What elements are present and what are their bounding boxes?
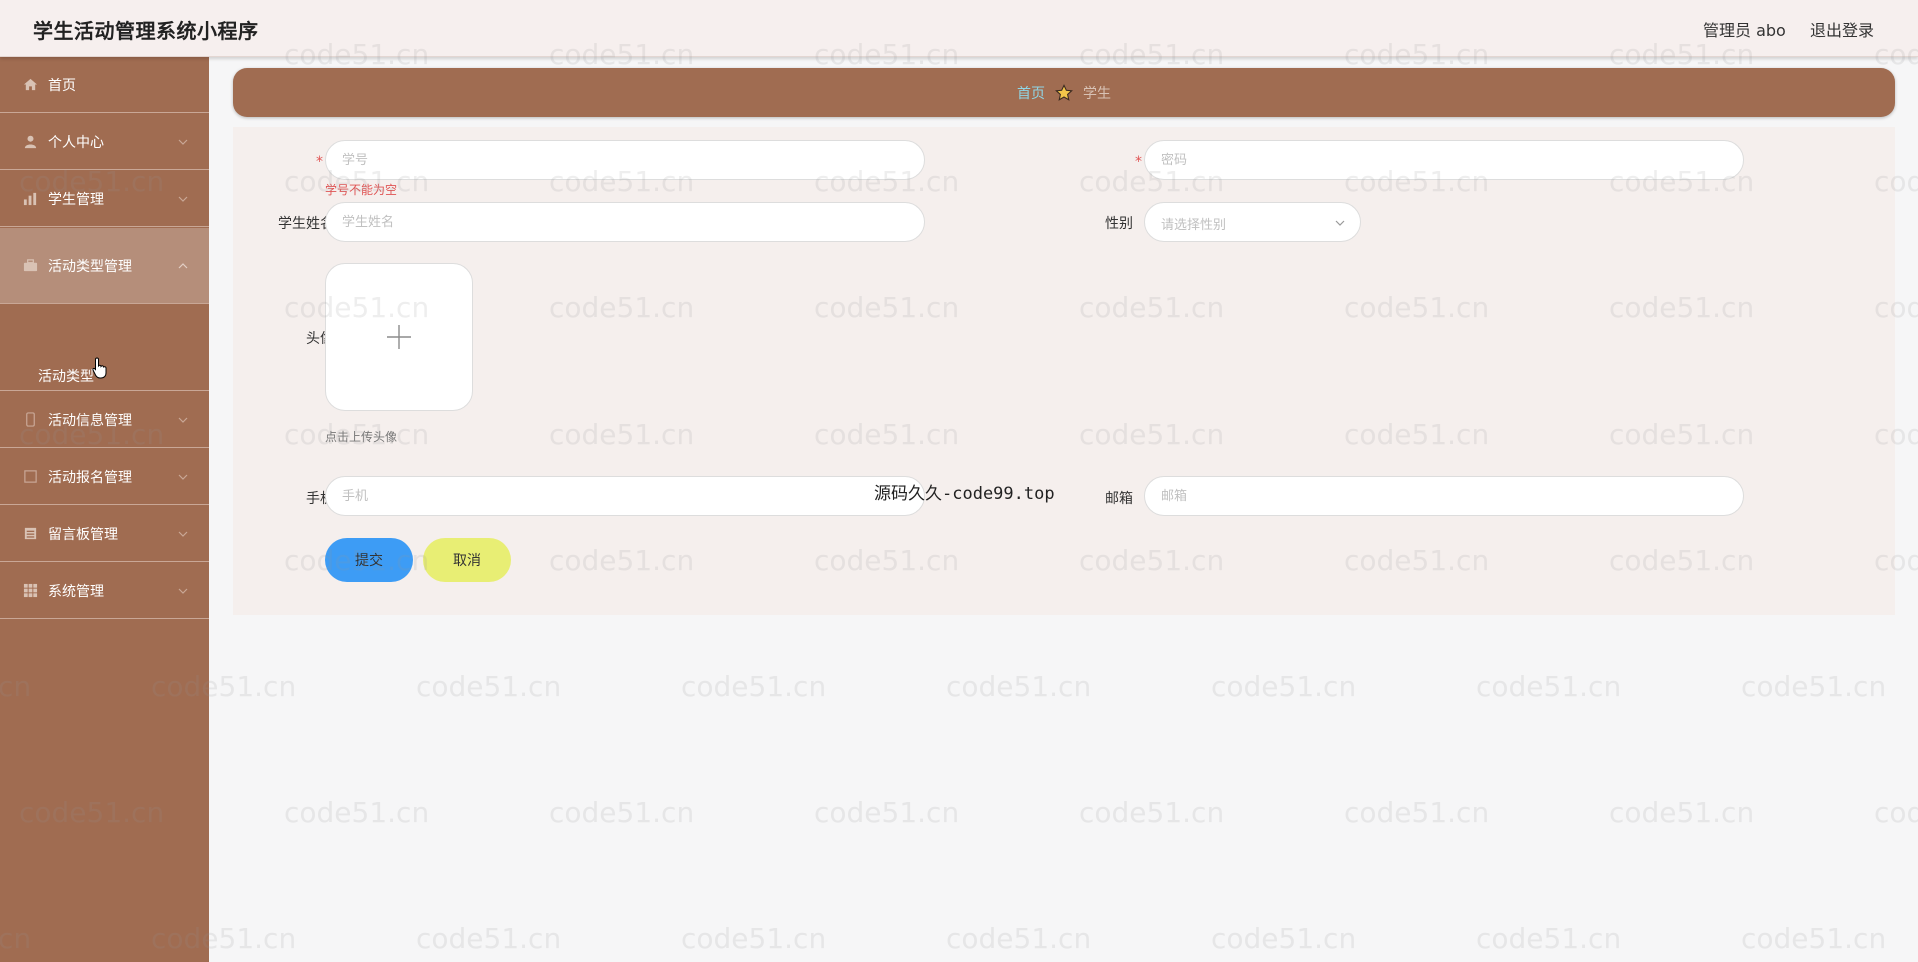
sidebar-item-label: 首页	[48, 77, 76, 94]
watermark-text: code51.cn	[1211, 922, 1357, 955]
watermark-text: code51.cn	[1211, 670, 1357, 703]
student-form: *学号 学号不能为空 *密码 学生姓名 性别 请选择性别 头像 点击上传头像 手…	[233, 127, 1895, 615]
chevron-down-icon	[178, 196, 188, 202]
watermark-text: code51.cn	[1476, 670, 1622, 703]
student-name-input[interactable]	[325, 202, 925, 242]
sidebar-item-label: 活动报名管理	[48, 469, 132, 486]
watermark-text: code51.cn	[1609, 796, 1755, 829]
sidebar: 首页 个人中心 学生管理 活动类型管理 活动类型 活动信息管理 活动报名管理 留…	[0, 57, 209, 962]
phone-icon	[22, 412, 38, 428]
sidebar-item-label: 系统管理	[48, 583, 104, 600]
plus-icon	[387, 325, 411, 349]
sidebar-item-system-management[interactable]: 系统管理	[0, 563, 209, 619]
chevron-up-icon	[178, 262, 188, 268]
user-icon	[22, 134, 38, 150]
sidebar-item-label: 留言板管理	[48, 526, 118, 543]
watermark-text: code51.cn	[284, 796, 430, 829]
home-icon	[22, 77, 38, 93]
student-no-input[interactable]	[325, 140, 925, 180]
chevron-down-icon	[178, 531, 188, 537]
watermark-text: code51.cn	[1079, 796, 1225, 829]
sidebar-item-label: 活动信息管理	[48, 412, 132, 429]
watermark-text: code51.cn	[549, 796, 695, 829]
sidebar-item-student-management[interactable]: 学生管理	[0, 171, 209, 227]
watermark-text: code51.cn	[946, 670, 1092, 703]
avatar-label: 头像	[306, 331, 334, 347]
sidebar-item-activity-info-management[interactable]: 活动信息管理	[0, 392, 209, 448]
watermark-text: code51.cn	[681, 670, 827, 703]
cancel-button[interactable]: 取消	[423, 538, 511, 582]
logout-link[interactable]: 退出登录	[1810, 17, 1874, 41]
watermark-text: code51.cn	[1874, 796, 1918, 829]
submit-button[interactable]: 提交	[325, 538, 413, 582]
sidebar-item-label: 个人中心	[48, 134, 104, 151]
admin-username: 管理员 abo	[1703, 21, 1786, 40]
chevron-down-icon	[178, 474, 188, 480]
watermark-text: code51.cn	[814, 796, 960, 829]
chevron-down-icon	[1335, 220, 1345, 226]
message-icon	[22, 526, 38, 542]
hand-cursor-icon	[92, 357, 107, 379]
submenu-item-label: 活动类型	[38, 368, 94, 385]
sidebar-item-activity-type-management[interactable]: 活动类型管理	[0, 228, 209, 304]
watermark-text: code51.cn	[416, 670, 562, 703]
briefcase-icon	[22, 258, 38, 274]
form-icon	[22, 469, 38, 485]
avatar-upload-hint: 点击上传头像	[325, 430, 398, 444]
watermark-text: code51.cn	[681, 922, 827, 955]
watermark-text: code51.cn	[1476, 922, 1622, 955]
app-title: 学生活动管理系统小程序	[33, 19, 259, 43]
required-asterisk: *	[316, 154, 323, 170]
sidebar-item-activity-signup-management[interactable]: 活动报名管理	[0, 449, 209, 505]
chevron-down-icon	[178, 588, 188, 594]
gender-select-placeholder: 请选择性别	[1161, 218, 1227, 233]
phone-label: 手机	[306, 491, 334, 507]
overlay-watermark-text: 源码久久-code99.top	[874, 484, 1055, 504]
top-header: 学生活动管理系统小程序 管理员 abo 退出登录	[0, 0, 1918, 57]
grid-icon	[22, 583, 38, 599]
required-asterisk: *	[1135, 154, 1142, 170]
watermark-text: code51.cn	[1741, 670, 1887, 703]
student-no-error: 学号不能为空	[325, 183, 398, 197]
phone-input[interactable]	[325, 476, 925, 516]
watermark-text: code51.cn	[1741, 922, 1887, 955]
chevron-down-icon	[178, 139, 188, 145]
password-input[interactable]	[1144, 140, 1744, 180]
sidebar-item-message-board-management[interactable]: 留言板管理	[0, 506, 209, 562]
email-input[interactable]	[1144, 476, 1744, 516]
sidebar-item-home[interactable]: 首页	[0, 57, 209, 113]
sidebar-item-personal-center[interactable]: 个人中心	[0, 114, 209, 170]
sidebar-item-label: 学生管理	[48, 191, 104, 208]
gender-select[interactable]: 请选择性别	[1144, 202, 1361, 242]
watermark-text: code51.cn	[946, 922, 1092, 955]
chart-icon	[22, 191, 38, 207]
student-name-label: 学生姓名	[278, 216, 334, 232]
sidebar-item-label: 活动类型管理	[48, 258, 132, 275]
chevron-down-icon	[178, 417, 188, 423]
star-icon	[1055, 83, 1073, 101]
breadcrumb-current: 学生	[1083, 85, 1111, 102]
watermark-text: code51.cn	[416, 922, 562, 955]
breadcrumb-home-link[interactable]: 首页	[1017, 83, 1045, 103]
avatar-upload-box[interactable]	[325, 263, 473, 411]
gender-label: 性别	[1105, 216, 1133, 232]
email-label: 邮箱	[1105, 491, 1133, 507]
watermark-text: code51.cn	[1344, 796, 1490, 829]
breadcrumb: 首页 学生	[233, 68, 1895, 117]
